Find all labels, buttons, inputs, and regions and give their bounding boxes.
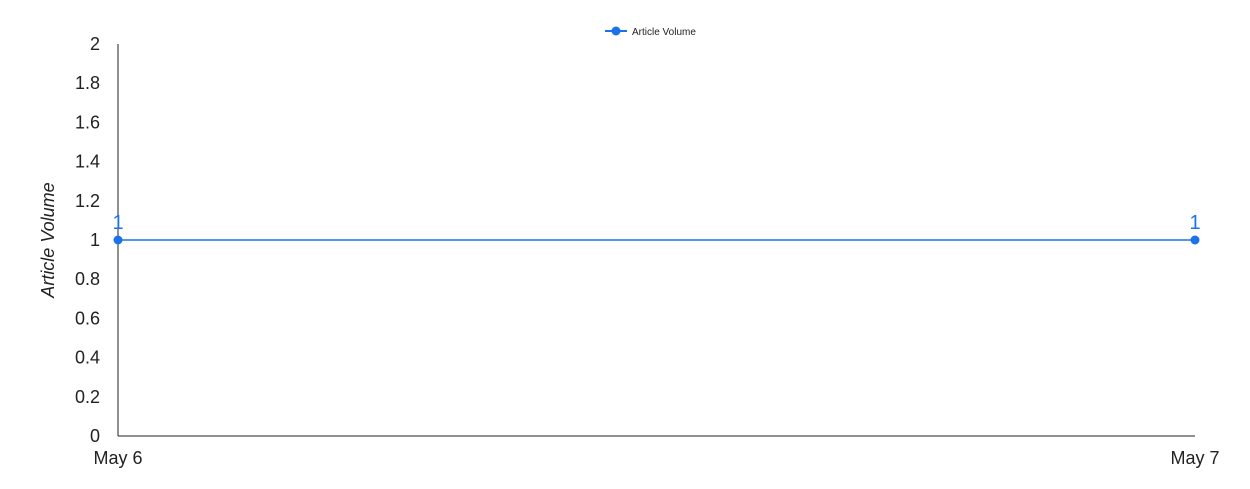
y-tick-label: 1.4: [75, 152, 100, 172]
data-point: [113, 235, 123, 245]
legend-marker: [611, 26, 621, 36]
y-tick-label: 1.8: [75, 73, 100, 93]
y-tick-label: 0: [90, 426, 100, 446]
y-tick-label: 1: [90, 230, 100, 250]
y-ticks: 0 0.2 0.4 0.6 0.8 1 1.2 1.4 1.6 1.8 2: [75, 34, 100, 446]
y-tick-label: 0.2: [75, 387, 100, 407]
data-label: 1: [1189, 212, 1200, 234]
legend-label: Article Volume: [632, 27, 696, 38]
x-ticks: May 6 May 7: [93, 448, 1219, 468]
x-tick-label: May 7: [1170, 448, 1219, 468]
data-point: [1190, 235, 1200, 245]
y-tick-label: 0.8: [75, 269, 100, 289]
data-label: 1: [112, 212, 123, 234]
line-chart: Article Volume Article Volume 0 0.2 0.4 0.6…: [0, 0, 1250, 489]
series-layer: 11: [112, 212, 1201, 245]
y-tick-label: 2: [90, 34, 100, 54]
y-tick-label: 1.2: [75, 191, 100, 211]
chart-canvas: Article Volume Article Volume 0 0.2 0.4 0.6…: [38, 26, 1220, 468]
legend: Article Volume: [605, 26, 696, 38]
x-tick-label: May 6: [93, 448, 142, 468]
y-tick-label: 0.4: [75, 348, 100, 368]
y-tick-label: 0.6: [75, 308, 100, 328]
y-axis-title: Article Volume: [38, 182, 58, 298]
y-tick-label: 1.6: [75, 112, 100, 132]
